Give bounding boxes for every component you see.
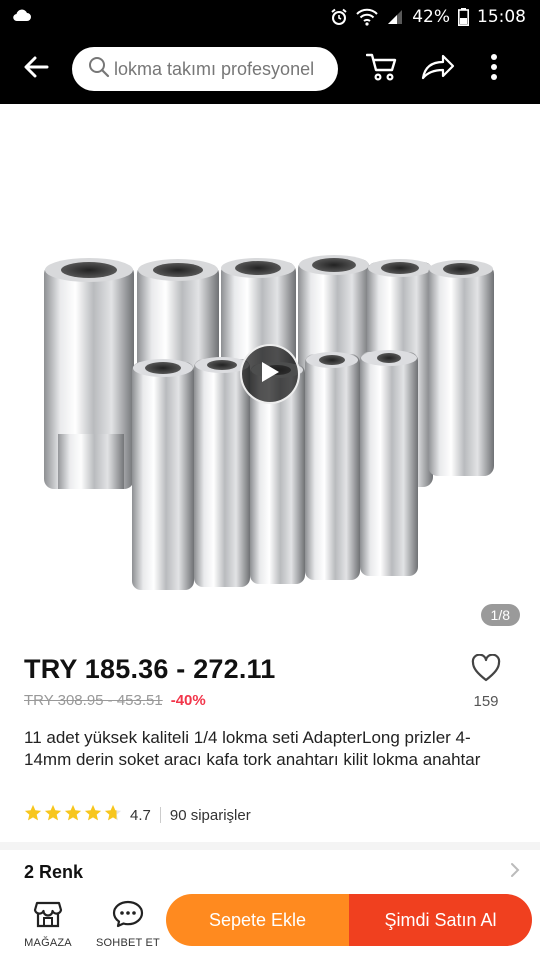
chevron-right-icon	[510, 862, 520, 883]
chat-label: SOHBET ET	[96, 936, 160, 949]
rating-stars	[24, 804, 122, 827]
search-input[interactable]	[114, 58, 324, 80]
color-selector-row[interactable]: 2 Renk	[24, 860, 520, 884]
buy-now-button[interactable]: Şimdi Satın Al	[349, 894, 532, 946]
purchase-buttons: Sepete Ekle Şimdi Satın Al	[166, 894, 532, 946]
cart-icon	[365, 52, 398, 87]
price-range: TRY 185.36 - 272.11	[24, 654, 276, 684]
cloud-icon	[12, 8, 32, 27]
signal-icon	[386, 9, 404, 25]
clock-time: 15:08	[477, 7, 526, 27]
heart-icon	[471, 653, 501, 687]
rating-divider	[159, 807, 161, 823]
rating-value: 4.7	[130, 806, 151, 824]
status-bar: 42% 15:08	[0, 0, 540, 34]
share-icon	[421, 54, 455, 85]
battery-percent: 42%	[412, 7, 450, 27]
original-price: TRY 308.95 - 453.51	[24, 692, 163, 709]
play-video-button[interactable]	[240, 344, 300, 404]
back-button[interactable]	[0, 34, 72, 104]
wifi-icon	[356, 8, 378, 26]
more-options-button[interactable]	[466, 34, 522, 104]
price-section: TRY 185.36 - 272.11 TRY 308.95 - 453.51 …	[24, 653, 520, 710]
star-half-icon	[104, 804, 122, 827]
battery-icon	[458, 8, 469, 26]
store-label: MAĞAZA	[24, 936, 72, 949]
more-vertical-icon	[490, 53, 498, 85]
star-icon	[24, 804, 42, 827]
color-option-label: 2 Renk	[24, 861, 84, 882]
app-bar	[0, 34, 540, 104]
share-button[interactable]	[410, 34, 466, 104]
add-to-cart-button[interactable]: Sepete Ekle	[166, 894, 349, 946]
wishlist-count: 159	[473, 693, 499, 710]
search-bar[interactable]	[72, 47, 338, 91]
cart-button[interactable]	[354, 34, 410, 104]
search-icon	[88, 56, 110, 83]
chat-icon	[112, 900, 144, 933]
section-divider	[0, 842, 540, 850]
wishlist-button[interactable]: 159	[462, 653, 510, 710]
chat-button[interactable]: SOHBET ET	[90, 900, 166, 949]
play-icon	[259, 360, 281, 389]
rating-row[interactable]: 4.7 90 siparişler	[24, 804, 251, 826]
image-page-indicator: 1/8	[480, 604, 520, 626]
orders-count: 90 siparişler	[169, 806, 251, 824]
star-icon	[84, 804, 102, 827]
bottom-action-bar: MAĞAZA SOHBET ET Sepete Ekle Şimdi Satın…	[0, 888, 540, 960]
store-icon	[33, 900, 63, 933]
star-icon	[44, 804, 62, 827]
product-title: 11 adet yüksek kaliteli 1/4 lokma seti A…	[24, 728, 481, 769]
discount-badge: -40%	[170, 692, 206, 709]
alarm-icon	[330, 8, 348, 26]
original-price-row: TRY 308.95 - 453.51 -40%	[24, 692, 520, 709]
back-arrow-icon	[23, 56, 49, 83]
store-button[interactable]: MAĞAZA	[10, 900, 86, 949]
product-image-gallery[interactable]: 1/8	[0, 104, 540, 634]
star-icon	[64, 804, 82, 827]
